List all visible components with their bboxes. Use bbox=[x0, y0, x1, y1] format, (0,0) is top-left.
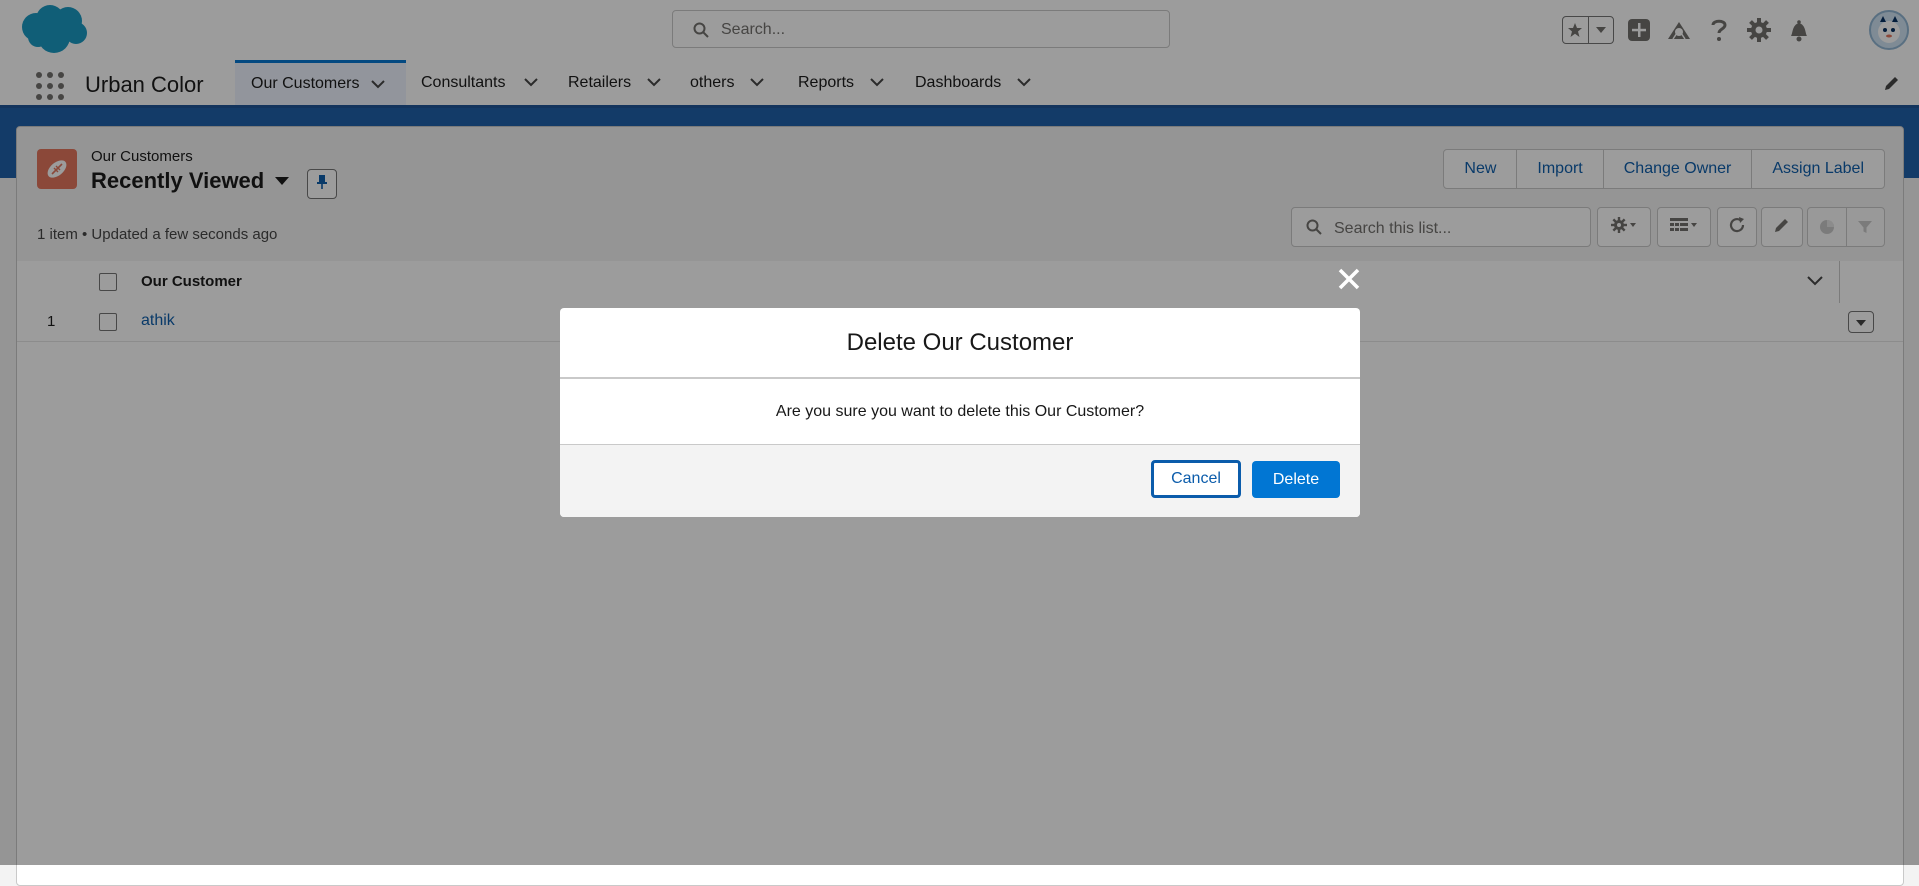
delete-confirmation-modal: Delete Our Customer Are you sure you wan… bbox=[560, 308, 1360, 517]
modal-footer: Cancel Delete bbox=[560, 445, 1360, 517]
close-icon[interactable] bbox=[1335, 265, 1363, 293]
modal-message: Are you sure you want to delete this Our… bbox=[560, 379, 1360, 445]
modal-title: Delete Our Customer bbox=[560, 308, 1360, 379]
delete-button[interactable]: Delete bbox=[1252, 461, 1340, 498]
cancel-button[interactable]: Cancel bbox=[1151, 460, 1241, 498]
